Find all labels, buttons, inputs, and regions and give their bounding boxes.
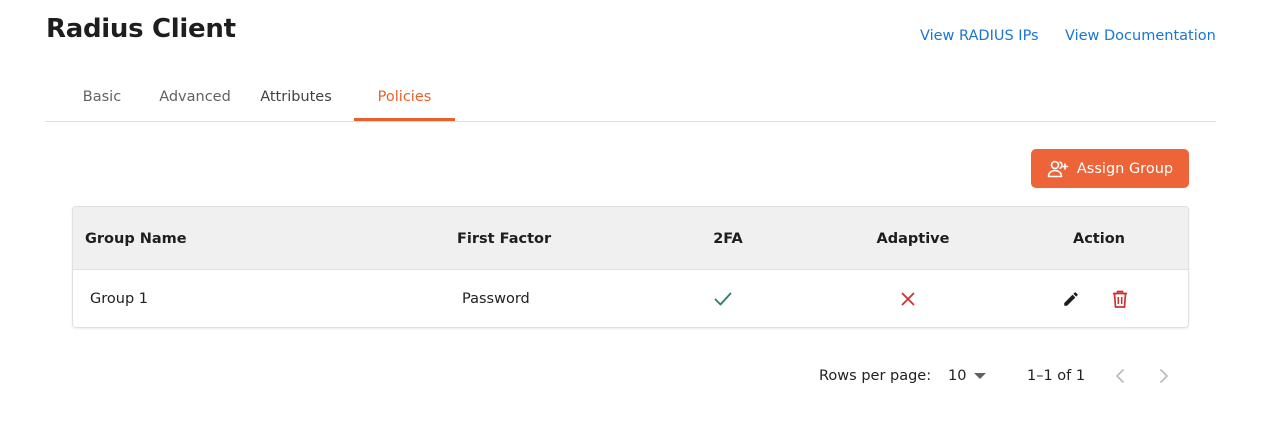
column-header-2fa[interactable]: 2FA <box>673 207 783 270</box>
chevron-right-icon <box>1159 369 1169 383</box>
page-title: Radius Client <box>46 14 236 44</box>
add-user-icon <box>1047 160 1069 178</box>
close-icon <box>901 292 915 306</box>
tab-attributes[interactable]: Attributes <box>241 72 351 121</box>
rows-per-page-select[interactable]: 10 <box>948 364 987 388</box>
active-tab-indicator <box>354 118 455 121</box>
delete-icon[interactable] <box>1111 289 1129 309</box>
cell-group-name: Group 1 <box>90 291 148 307</box>
chevron-left-icon <box>1115 369 1125 383</box>
view-documentation-link[interactable]: View Documentation <box>1065 28 1216 44</box>
table-row: Group 1 Password <box>73 270 1188 327</box>
cell-adaptive <box>858 270 958 327</box>
column-header-adaptive[interactable]: Adaptive <box>858 207 968 270</box>
next-page-button[interactable] <box>1152 364 1176 388</box>
chevron-down-icon <box>974 372 987 380</box>
tab-basic[interactable]: Basic <box>55 72 149 121</box>
tab-bar: Basic Advanced Attributes Policies <box>45 72 1216 122</box>
policies-table: Group Name First Factor 2FA Adaptive Act… <box>72 206 1189 328</box>
edit-icon[interactable] <box>1062 290 1080 308</box>
cell-actions <box>1058 270 1158 327</box>
cell-first-factor: Password <box>462 291 530 307</box>
cell-2fa <box>673 270 773 327</box>
assign-group-label: Assign Group <box>1076 160 1174 177</box>
previous-page-button[interactable] <box>1108 364 1132 388</box>
table-header: Group Name First Factor 2FA Adaptive Act… <box>73 207 1188 270</box>
rows-per-page-label: Rows per page: <box>819 368 932 384</box>
tab-advanced[interactable]: Advanced <box>149 72 241 121</box>
check-icon <box>714 292 732 306</box>
view-radius-ips-link[interactable]: View RADIUS IPs <box>920 28 1039 44</box>
column-header-group-name[interactable]: Group Name <box>85 207 187 270</box>
tab-policies[interactable]: Policies <box>354 72 455 121</box>
rows-per-page-value: 10 <box>948 368 967 384</box>
pagination-range: 1–1 of 1 <box>1027 368 1086 384</box>
column-header-action: Action <box>1072 230 1125 247</box>
column-header-first-factor[interactable]: First Factor <box>457 207 551 270</box>
assign-group-button[interactable]: Assign Group <box>1031 149 1189 188</box>
